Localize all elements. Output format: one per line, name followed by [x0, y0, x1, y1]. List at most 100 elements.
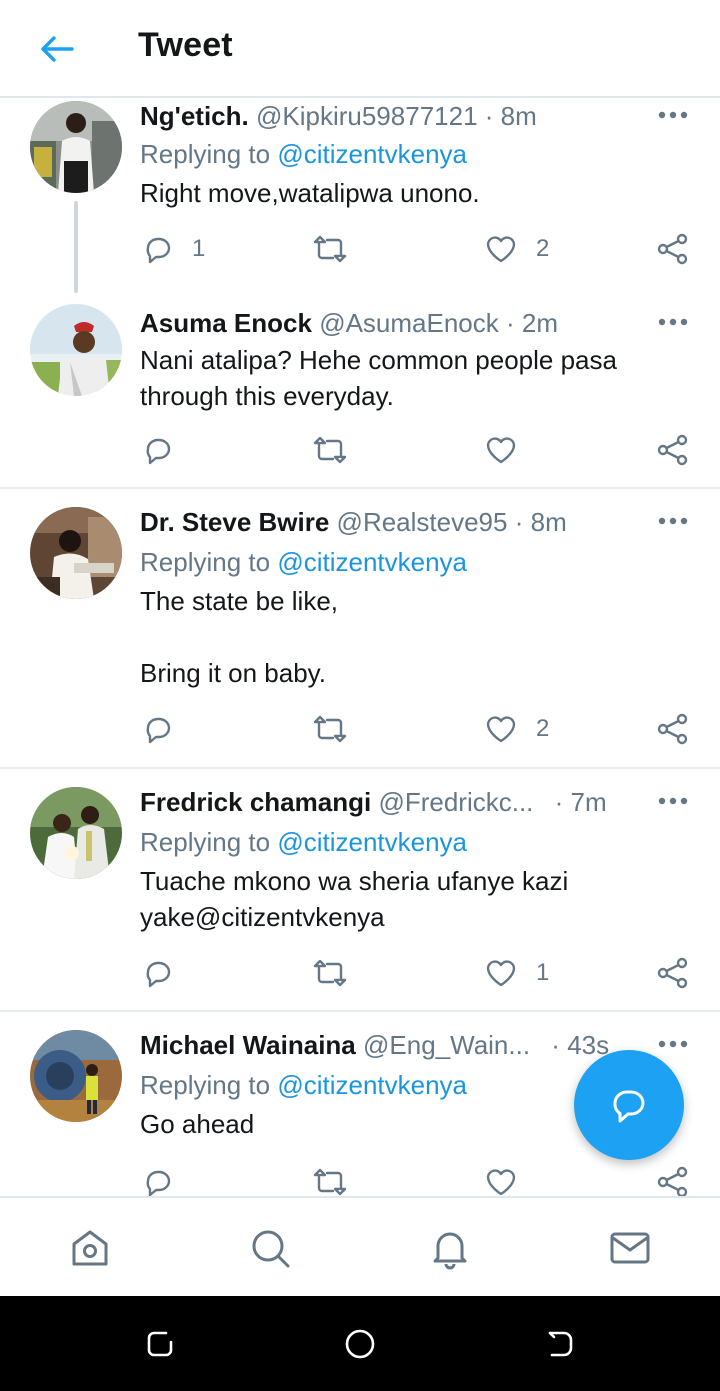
home-circle-icon[interactable]	[342, 1326, 378, 1362]
avatar[interactable]	[30, 787, 122, 879]
reply-button[interactable]	[142, 713, 192, 745]
share-icon	[657, 434, 688, 466]
tweet-header: Michael Wainaina @Eng_Wain... · 43s	[140, 1028, 640, 1062]
avatar[interactable]	[30, 101, 122, 193]
tweet-item[interactable]: Ng'etich. @Kipkiru59877121 · 8m Replying…	[0, 99, 720, 294]
reply-icon	[146, 438, 171, 465]
notifications-bell-icon[interactable]	[426, 1224, 474, 1272]
share-button[interactable]	[656, 713, 690, 745]
like-count: 2	[536, 715, 550, 742]
reply-button[interactable]	[142, 1166, 192, 1196]
user-name[interactable]: Fredrick chamangi	[140, 787, 371, 817]
tweet-text: The state be like, Bring it on baby.	[140, 586, 338, 688]
heart-icon	[486, 236, 516, 263]
share-icon	[657, 957, 688, 989]
messages-mail-icon[interactable]	[606, 1224, 654, 1272]
like-count: 1	[536, 959, 550, 986]
reply-feed[interactable]: Ng'etich. @Kipkiru59877121 · 8m Replying…	[0, 99, 720, 1196]
replying-to-label: Replying to	[140, 547, 271, 577]
tweet-header: Dr. Steve Bwire @Realsteve95 · 8m	[140, 505, 640, 539]
separator-dot: ·	[506, 308, 515, 338]
back-icon[interactable]	[542, 1326, 578, 1362]
heart-icon	[486, 437, 516, 464]
more-options-icon[interactable]	[656, 310, 690, 334]
more-options-icon[interactable]	[656, 1032, 690, 1056]
more-options-icon[interactable]	[656, 103, 690, 127]
like-button[interactable]: 2	[484, 713, 549, 745]
avatar[interactable]	[30, 507, 122, 599]
system-nav-bar	[0, 1296, 720, 1391]
separator-dot: ·	[514, 507, 524, 537]
mention-link[interactable]: @citizentvkenya	[277, 547, 467, 577]
retweet-icon	[313, 235, 347, 263]
page-title: Tweet	[138, 26, 233, 64]
like-button[interactable]	[484, 1166, 536, 1196]
user-handle[interactable]: @Realsteve95	[337, 507, 508, 537]
tweet-header: Asuma Enock @AsumaEnock · 2m	[140, 306, 640, 340]
reply-icon	[146, 717, 171, 744]
share-button[interactable]	[656, 233, 690, 265]
search-icon[interactable]	[246, 1224, 294, 1272]
tweet-item[interactable]: Fredrick chamangi @Fredrickc... · 7m Rep…	[0, 769, 720, 1011]
bottom-nav-bar	[0, 1196, 720, 1296]
tweet-text: Nani atalipa? Hehe common people pasa th…	[140, 345, 617, 411]
reply-icon	[146, 237, 171, 264]
compose-reply-icon	[613, 1090, 645, 1123]
replying-to-line: Replying to @citizentvkenya	[140, 545, 467, 579]
user-name[interactable]: Asuma Enock	[140, 308, 312, 338]
mention-link[interactable]: @citizentvkenya	[277, 827, 467, 857]
reply-count: 1	[192, 235, 206, 262]
avatar[interactable]	[30, 304, 122, 396]
replying-to-line: Replying to @citizentvkenya	[140, 825, 467, 859]
reply-button[interactable]	[142, 434, 192, 466]
top-app-bar: Tweet	[0, 0, 720, 98]
tweet-header: Fredrick chamangi @Fredrickc... · 7m	[140, 785, 640, 819]
heart-icon	[486, 716, 516, 743]
avatar[interactable]	[30, 1030, 122, 1122]
retweet-button[interactable]	[312, 233, 366, 265]
user-handle[interactable]: @AsumaEnock	[319, 308, 499, 338]
tweet-item[interactable]: Dr. Steve Bwire @Realsteve95 · 8m Replyi…	[0, 489, 720, 767]
retweet-icon	[313, 959, 347, 987]
tweet-text: Tuache mkono wa sheria ufanye kazi yake@…	[140, 866, 569, 932]
replying-to-label: Replying to	[140, 1070, 271, 1100]
retweet-button[interactable]	[312, 434, 366, 466]
retweet-button[interactable]	[312, 1166, 366, 1196]
retweet-icon	[313, 715, 347, 743]
like-count: 2	[536, 235, 550, 262]
user-name[interactable]: Ng'etich.	[140, 101, 249, 131]
user-handle[interactable]: @Kipkiru59877121	[256, 101, 478, 131]
more-options-icon[interactable]	[656, 509, 690, 533]
separator-dot: ·	[554, 787, 564, 817]
recent-apps-icon[interactable]	[142, 1326, 178, 1362]
arrow-left-icon[interactable]	[34, 28, 80, 70]
like-button[interactable]: 1	[484, 957, 549, 989]
retweet-button[interactable]	[312, 957, 366, 989]
user-name[interactable]: Michael Wainaina	[140, 1030, 356, 1060]
retweet-icon	[313, 436, 347, 464]
mention-link[interactable]: @citizentvkenya	[277, 1070, 467, 1100]
timestamp: 7m	[570, 787, 607, 817]
compose-reply-button[interactable]	[574, 1050, 684, 1160]
user-handle[interactable]: @Fredrickc...	[378, 787, 533, 817]
user-handle[interactable]: @Eng_Wain...	[363, 1030, 530, 1060]
share-button[interactable]	[656, 957, 690, 989]
thread-connector	[74, 201, 78, 293]
home-icon[interactable]	[66, 1224, 114, 1272]
tweet-header: Ng'etich. @Kipkiru59877121 · 8m	[140, 99, 640, 133]
mention-link[interactable]: @citizentvkenya	[277, 139, 467, 169]
retweet-button[interactable]	[312, 713, 366, 745]
more-options-icon[interactable]	[656, 789, 690, 813]
share-icon	[657, 1166, 688, 1196]
reply-button[interactable]: 1	[142, 233, 205, 265]
timestamp: 8m	[530, 507, 567, 537]
user-name[interactable]: Dr. Steve Bwire	[140, 507, 329, 537]
replying-to-label: Replying to	[140, 827, 271, 857]
tweet-item[interactable]: Asuma Enock @AsumaEnock · 2m Nani atalip…	[0, 294, 720, 488]
share-button[interactable]	[656, 1166, 690, 1196]
separator-dot: ·	[551, 1030, 560, 1060]
like-button[interactable]	[484, 434, 536, 466]
like-button[interactable]: 2	[484, 233, 549, 265]
share-button[interactable]	[656, 434, 690, 466]
reply-button[interactable]	[142, 957, 192, 989]
